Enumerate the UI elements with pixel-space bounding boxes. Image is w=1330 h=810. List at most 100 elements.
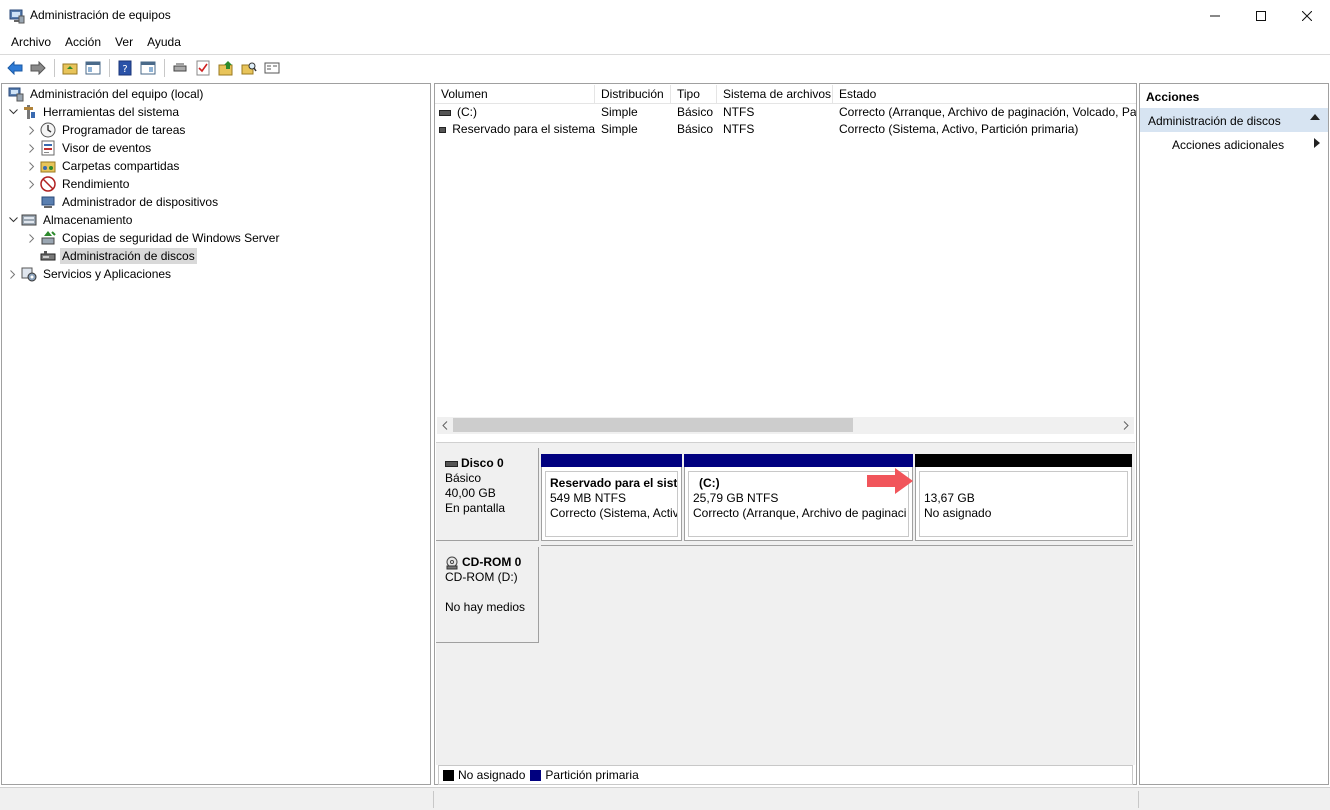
tree-item-performance[interactable]: Rendimiento bbox=[26, 175, 131, 193]
graphical-disk-view: Disco 0 Básico 40,00 GB En pantalla Rese… bbox=[436, 442, 1135, 765]
volume-cell: Reservado para el sistema bbox=[435, 121, 595, 138]
primary-partition-bar bbox=[541, 454, 682, 467]
tree-label: Visor de eventos bbox=[62, 141, 152, 155]
menu-ver[interactable]: Ver bbox=[108, 32, 140, 52]
tree-label: Administración del equipo (local) bbox=[30, 87, 204, 101]
expand-chevron-icon[interactable] bbox=[26, 121, 38, 139]
import-button[interactable] bbox=[215, 57, 237, 79]
tree-item-disk-management[interactable]: Administración de discos bbox=[38, 247, 197, 265]
tree-item-shared-folders[interactable]: Carpetas compartidas bbox=[26, 157, 181, 175]
expand-chevron-icon[interactable] bbox=[26, 175, 38, 193]
show-hide-tree-button[interactable] bbox=[82, 57, 104, 79]
unallocated-bar bbox=[915, 454, 1132, 467]
tree-item-root[interactable]: Administración del equipo (local) bbox=[6, 85, 205, 103]
disk-management-icon bbox=[40, 251, 56, 261]
actions-section-disk-management[interactable]: Administración de discos bbox=[1140, 108, 1328, 132]
disk-management-pane: Volumen Distribución Tipo Sistema de arc… bbox=[434, 83, 1137, 785]
disk-status: En pantalla bbox=[445, 501, 506, 515]
tree-item-services-apps[interactable]: Servicios y Aplicaciones bbox=[7, 265, 173, 283]
disk-row-divider bbox=[541, 545, 1133, 546]
maximize-button[interactable] bbox=[1238, 0, 1284, 31]
check-button[interactable] bbox=[192, 57, 214, 79]
cd-icon bbox=[446, 556, 458, 569]
collapse-chevron-icon[interactable] bbox=[7, 211, 19, 229]
no-entry-icon bbox=[40, 176, 56, 192]
maximize-icon bbox=[1256, 10, 1266, 21]
chevron-right-icon bbox=[1123, 421, 1129, 430]
menu-accion[interactable]: Acción bbox=[58, 32, 108, 52]
collapse-triangle-icon bbox=[1310, 114, 1320, 120]
collapse-chevron-icon[interactable] bbox=[7, 103, 19, 121]
chevron-down-icon bbox=[8, 109, 18, 115]
section-label: Administración de discos bbox=[1148, 114, 1281, 128]
legend-primary: Partición primaria bbox=[545, 768, 639, 782]
expand-chevron-icon[interactable] bbox=[7, 265, 19, 283]
tree-label: Rendimiento bbox=[62, 177, 130, 191]
chevron-right-icon bbox=[10, 269, 16, 279]
minimize-button[interactable] bbox=[1192, 0, 1238, 31]
expand-chevron-icon[interactable] bbox=[26, 229, 38, 247]
cdrom-type: CD-ROM (D:) bbox=[445, 570, 518, 584]
tree-item-storage[interactable]: Almacenamiento bbox=[7, 211, 134, 229]
clock-icon bbox=[40, 122, 56, 138]
partition-unallocated[interactable]: 13,67 GB No asignado bbox=[915, 454, 1132, 541]
scroll-left-button[interactable] bbox=[437, 417, 453, 434]
tree-item-system-tools[interactable]: Herramientas del sistema bbox=[7, 103, 181, 121]
back-arrow-icon bbox=[7, 61, 23, 75]
close-icon bbox=[1302, 10, 1312, 21]
partition-reserved[interactable]: Reservado para el siste 549 MB NTFS Corr… bbox=[541, 454, 682, 541]
chevron-right-icon bbox=[29, 179, 35, 189]
tree-label: Servicios y Aplicaciones bbox=[43, 267, 172, 281]
up-level-button[interactable] bbox=[59, 57, 81, 79]
close-button[interactable] bbox=[1284, 0, 1330, 31]
event-log-icon bbox=[41, 140, 55, 156]
window-title: Administración de equipos bbox=[30, 8, 171, 22]
expand-chevron-icon[interactable] bbox=[26, 157, 38, 175]
table-row[interactable]: Reservado para el sistema Simple Básico … bbox=[435, 121, 1136, 138]
volume-cell: (C:) bbox=[435, 104, 595, 121]
status-cell: Correcto (Arranque, Archivo de paginació… bbox=[839, 105, 1136, 119]
column-header-estado[interactable]: Estado bbox=[833, 85, 1136, 104]
status-cell: Correcto (Sistema, Activo, Partición pri… bbox=[839, 122, 1079, 136]
search-button[interactable] bbox=[238, 57, 260, 79]
horizontal-scrollbar[interactable] bbox=[437, 417, 1134, 434]
connect-disk-button[interactable] bbox=[169, 57, 191, 79]
more-actions-item[interactable]: Acciones adicionales bbox=[1140, 132, 1328, 156]
volume-name: (C:) bbox=[457, 105, 477, 119]
disk-0-label[interactable]: Disco 0 Básico 40,00 GB En pantalla bbox=[436, 448, 539, 541]
submenu-triangle-icon bbox=[1314, 138, 1320, 148]
scroll-thumb[interactable] bbox=[453, 418, 853, 432]
tree-item-device-manager[interactable]: Administrador de dispositivos bbox=[38, 193, 220, 211]
toolbar-separator bbox=[164, 59, 165, 77]
column-header-sistema-archivos[interactable]: Sistema de archivos bbox=[717, 85, 833, 104]
layout-cell: Simple bbox=[601, 105, 638, 119]
tree-item-task-scheduler[interactable]: Programador de tareas bbox=[26, 121, 187, 139]
help-button[interactable]: ? bbox=[114, 57, 136, 79]
forward-button[interactable] bbox=[27, 57, 49, 79]
expand-chevron-icon[interactable] bbox=[26, 139, 38, 157]
column-header-volumen[interactable]: Volumen bbox=[435, 85, 595, 104]
column-header-distribucion[interactable]: Distribución bbox=[595, 85, 671, 104]
properties-button[interactable] bbox=[261, 57, 283, 79]
chevron-right-icon bbox=[29, 125, 35, 135]
tree-item-event-viewer[interactable]: Visor de eventos bbox=[26, 139, 153, 157]
show-hide-action-pane-button[interactable] bbox=[137, 57, 159, 79]
menu-ayuda[interactable]: Ayuda bbox=[140, 32, 188, 52]
status-divider bbox=[433, 791, 434, 808]
tree-item-backup[interactable]: Copias de seguridad de Windows Server bbox=[26, 229, 281, 247]
menu-archivo[interactable]: Archivo bbox=[4, 32, 58, 52]
table-row[interactable]: (C:) Simple Básico NTFS Correcto (Arranq… bbox=[435, 104, 1136, 121]
back-button[interactable] bbox=[4, 57, 26, 79]
properties-icon bbox=[264, 62, 280, 74]
cdrom-title: CD-ROM 0 bbox=[445, 555, 538, 570]
tree-label: Administración de discos bbox=[60, 248, 197, 264]
backup-icon bbox=[41, 231, 56, 245]
cdrom-0-label[interactable]: CD-ROM 0 CD-ROM (D:) No hay medios bbox=[436, 547, 539, 643]
hard-disk-icon bbox=[445, 460, 458, 467]
volume-list-header: Volumen Distribución Tipo Sistema de arc… bbox=[435, 85, 1136, 104]
column-header-tipo[interactable]: Tipo bbox=[671, 85, 717, 104]
menu-bar: Archivo Acción Ver Ayuda bbox=[0, 31, 1330, 53]
tree-label: Herramientas del sistema bbox=[43, 105, 180, 119]
scroll-right-button[interactable] bbox=[1118, 417, 1134, 434]
